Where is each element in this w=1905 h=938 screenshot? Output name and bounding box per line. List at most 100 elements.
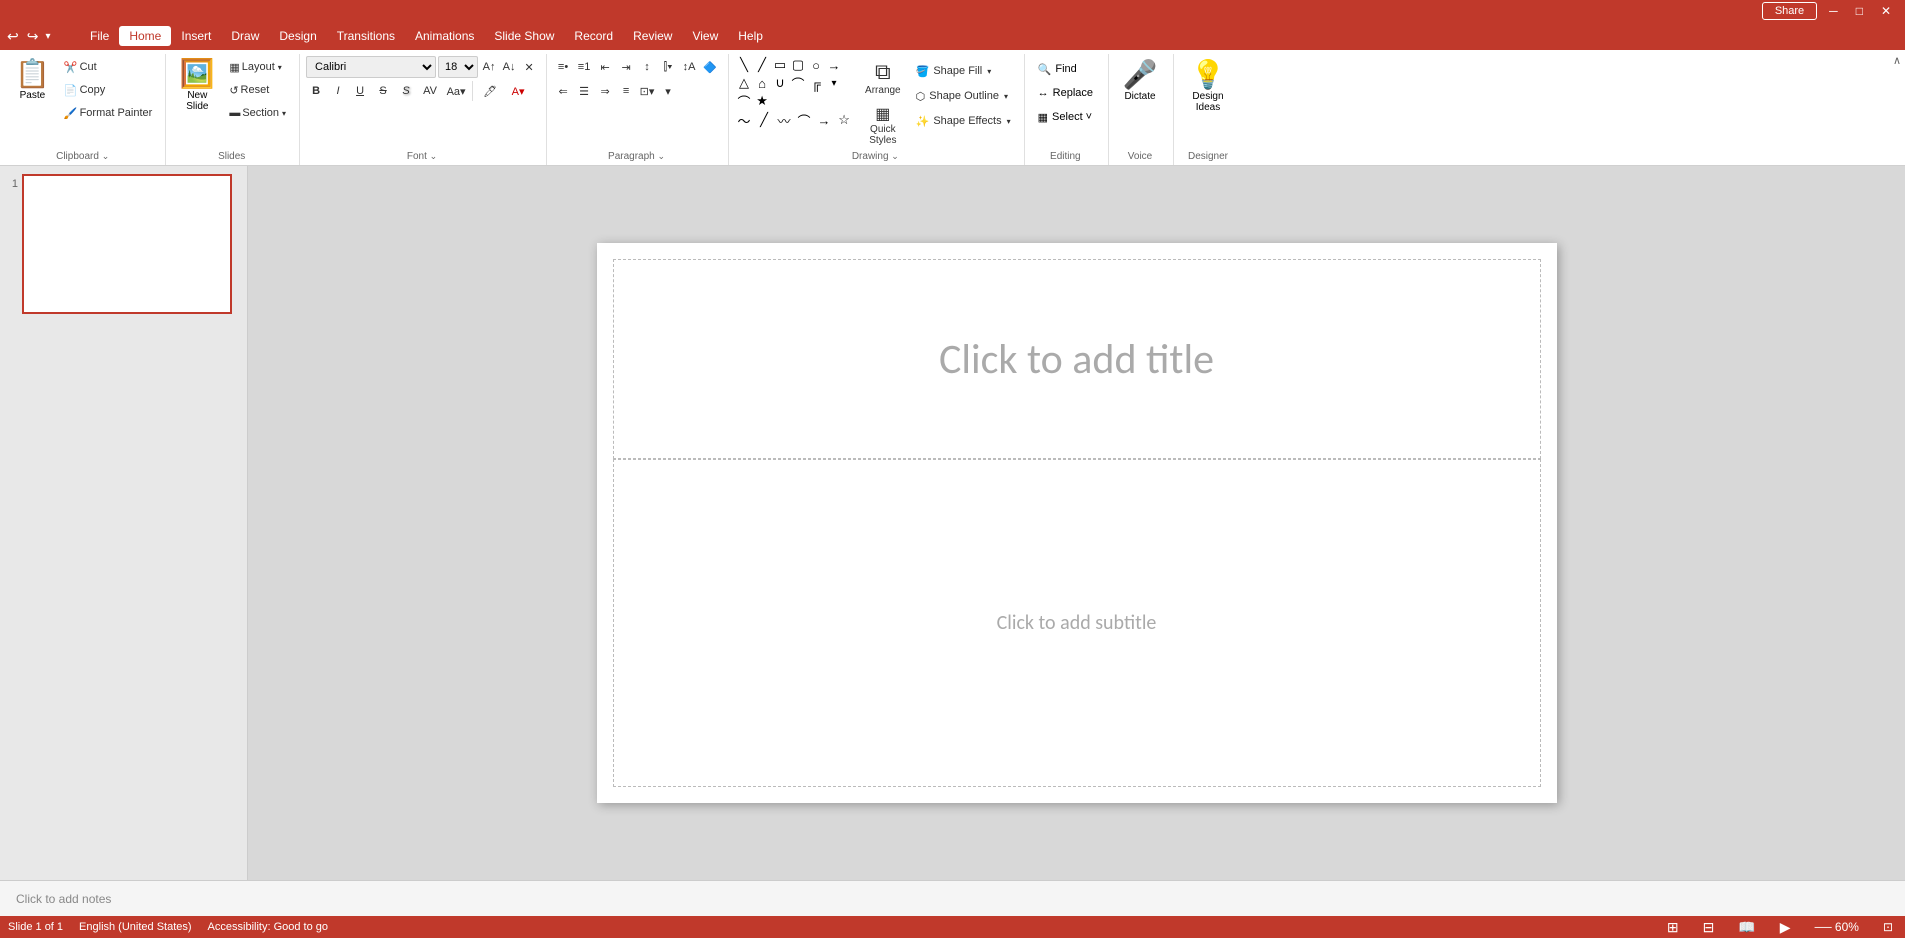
ribbon-collapse-button[interactable]: ∧	[1893, 54, 1901, 67]
decrease-font-button[interactable]: A↓	[500, 56, 518, 78]
shape-rounded-rect[interactable]: ▢	[789, 56, 807, 74]
decrease-indent-button[interactable]: ⇤	[595, 56, 615, 78]
shape-more[interactable]: ▾	[825, 74, 843, 92]
paragraph-dropdown-button[interactable]: ▾	[658, 80, 678, 102]
shape-rect[interactable]: ▭	[771, 56, 789, 74]
menu-home[interactable]: Home	[119, 26, 171, 46]
slide-thumbnail[interactable]	[22, 174, 232, 314]
shape-line2[interactable]: ╱	[753, 56, 771, 74]
dictate-button[interactable]: 🎤 Dictate	[1115, 56, 1165, 106]
shape-curve[interactable]: ∪	[771, 74, 789, 92]
draw-arc[interactable]: ⌒	[795, 111, 813, 129]
replace-button[interactable]: ↔ Replace	[1031, 82, 1100, 104]
menu-view[interactable]: View	[682, 26, 728, 46]
shape-freeform[interactable]: ⌒	[789, 74, 807, 92]
italic-button[interactable]: I	[328, 80, 348, 102]
draw-line[interactable]: ╱	[755, 111, 773, 129]
draw-curve[interactable]: 〜	[735, 111, 753, 129]
increase-indent-button[interactable]: ⇥	[616, 56, 636, 78]
layout-button[interactable]: ▦ Layout ▾	[224, 56, 291, 78]
justify-button[interactable]: ≡	[616, 80, 636, 102]
title-placeholder: Click to add title	[939, 334, 1214, 385]
font-size-select[interactable]: 18	[438, 56, 478, 78]
menu-review[interactable]: Review	[623, 26, 682, 46]
title-text-box[interactable]: Click to add title	[613, 259, 1541, 459]
menu-insert[interactable]: Insert	[171, 26, 221, 46]
menu-record[interactable]: Record	[564, 26, 623, 46]
cut-button[interactable]: ✂️ Cut	[59, 56, 129, 78]
shape-callout[interactable]: ⌒	[735, 92, 753, 110]
language-info: English (United States)	[79, 921, 192, 933]
redo-qat-button[interactable]: ↪	[24, 28, 42, 45]
format-painter-button[interactable]: 🖌️ Format Painter	[59, 102, 157, 124]
strikethrough-button[interactable]: S	[372, 80, 394, 102]
draw-freeform[interactable]: 〰	[775, 111, 793, 129]
shape-oval[interactable]: ○	[807, 56, 825, 74]
shape-triangle[interactable]: △	[735, 74, 753, 92]
minimize-icon[interactable]: ─	[1823, 4, 1844, 18]
menu-animations[interactable]: Animations	[405, 26, 484, 46]
align-left-button[interactable]: ⇐	[553, 80, 573, 102]
clear-format-button[interactable]: ✕	[520, 56, 538, 78]
shape-star[interactable]: ★	[753, 92, 771, 110]
shape-line[interactable]: ╲	[735, 56, 753, 74]
align-right-button[interactable]: ⇒	[595, 80, 615, 102]
change-case-button[interactable]: Aa▾	[444, 80, 468, 102]
numbered-list-button[interactable]: ≡1	[574, 56, 594, 78]
menu-bar: ↩ ↪ ▾ File Home Insert Draw Design Trans…	[0, 22, 1905, 50]
shape-connector[interactable]: ╔	[807, 74, 825, 92]
shape-fill-button[interactable]: 🪣 Shape Fill ▾	[911, 60, 1016, 82]
bullet-list-button[interactable]: ≡•	[553, 56, 573, 78]
menu-design[interactable]: Design	[269, 26, 326, 46]
vertical-align-button[interactable]: ⊡▾	[637, 80, 657, 102]
maximize-icon[interactable]: □	[1850, 4, 1869, 18]
select-button[interactable]: ▦ Select ˅	[1031, 106, 1100, 128]
subtitle-text-box[interactable]: Click to add subtitle	[613, 459, 1541, 787]
menu-slideshow[interactable]: Slide Show	[484, 26, 564, 46]
line-spacing-button[interactable]: ↕	[637, 56, 657, 78]
font-name-select[interactable]: Calibri	[306, 56, 436, 78]
view-slide-show-button[interactable]: ▶	[1776, 919, 1795, 936]
shape-right-arrow[interactable]: →	[825, 56, 843, 74]
view-normal-button[interactable]: ⊞	[1663, 919, 1683, 936]
shape-outline-button[interactable]: ⬡ Shape Outline ▾	[911, 85, 1016, 107]
section-button[interactable]: ▬ Section ▾	[224, 102, 291, 124]
align-center-button[interactable]: ☰	[574, 80, 594, 102]
increase-font-button[interactable]: A↑	[480, 56, 498, 78]
text-direction-button[interactable]: ↕A	[679, 56, 699, 78]
reset-button[interactable]: ↺ Reset	[224, 79, 291, 101]
menu-help[interactable]: Help	[728, 26, 773, 46]
column-button[interactable]: ⫿▾	[658, 56, 678, 78]
share-button[interactable]: Share	[1762, 2, 1817, 20]
quick-styles-button[interactable]: ▦ Quick Styles	[858, 101, 908, 149]
ribbon: 📋 Paste ✂️ Cut 📄 Copy 🖌️ Format Painter	[0, 50, 1905, 166]
qat-dropdown[interactable]: ▾	[43, 31, 52, 42]
notes-area[interactable]: Click to add notes	[0, 880, 1905, 916]
find-button[interactable]: 🔍 Find	[1031, 58, 1100, 80]
underline-button[interactable]: U	[350, 80, 370, 102]
convert-to-smartart-button[interactable]: 🔷	[700, 56, 720, 78]
canvas-area[interactable]: Click to add title Click to add subtitle	[248, 166, 1905, 880]
view-slide-sorter-button[interactable]: ⊟	[1699, 919, 1719, 936]
draw-connector[interactable]: →	[815, 111, 833, 129]
shape-effects-button[interactable]: ✨ Shape Effects ▾	[911, 110, 1016, 132]
copy-button[interactable]: 📄 Copy	[59, 79, 157, 101]
draw-shapes-more[interactable]: ☆	[835, 111, 853, 129]
new-slide-button[interactable]: 🖼️ NewSlide	[172, 56, 222, 124]
menu-draw[interactable]: Draw	[221, 26, 269, 46]
font-color-button[interactable]: A▾	[505, 80, 531, 102]
text-highlight-button[interactable]: 🖊	[477, 80, 503, 102]
shape-chevron[interactable]: ⌂	[753, 74, 771, 92]
shadow-button[interactable]: S	[396, 80, 416, 102]
char-spacing-button[interactable]: AV	[418, 80, 442, 102]
close-icon[interactable]: ✕	[1875, 4, 1897, 18]
menu-file[interactable]: File	[80, 26, 119, 46]
menu-transitions[interactable]: Transitions	[327, 26, 405, 46]
paste-button[interactable]: 📋 Paste	[8, 56, 57, 105]
design-ideas-button[interactable]: 💡 DesignIdeas	[1180, 56, 1236, 117]
arrange-button[interactable]: ⧉ Arrange	[858, 56, 908, 99]
bold-button[interactable]: B	[306, 80, 326, 102]
microphone-icon: 🎤	[1123, 61, 1158, 89]
view-reading-button[interactable]: 📖	[1734, 919, 1759, 936]
undo-qat-button[interactable]: ↩	[4, 28, 22, 45]
